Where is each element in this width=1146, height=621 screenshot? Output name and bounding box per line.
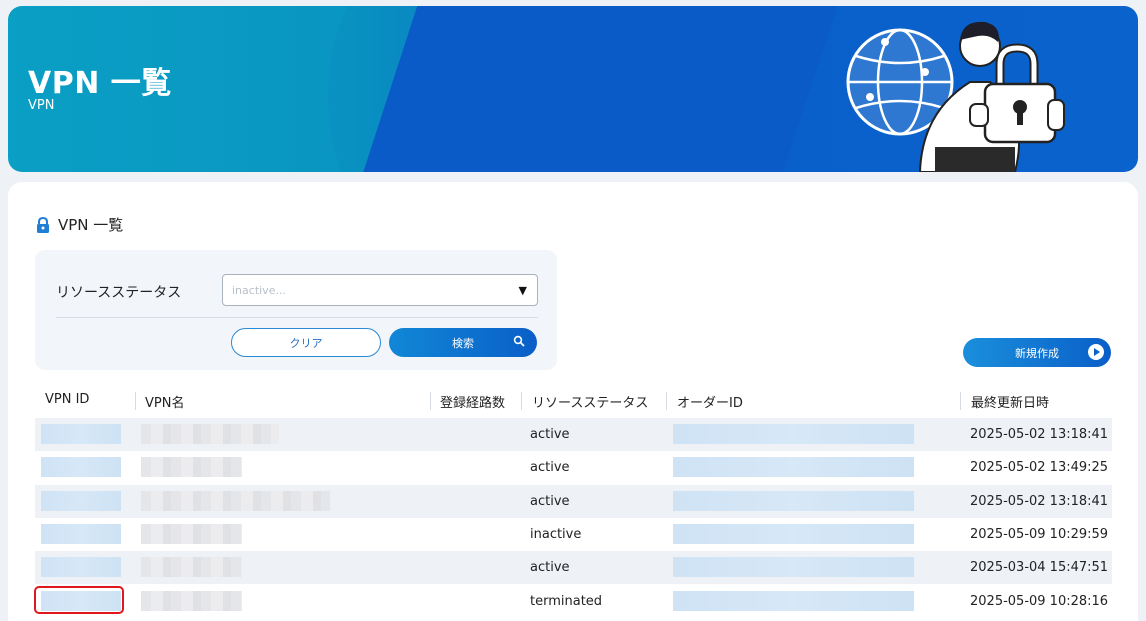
create-new-label: 新規作成 [1015,346,1059,360]
vpn-name-cell [141,491,330,511]
updated-cell: 2025-05-02 13:18:41 [970,494,1109,509]
column-divider [960,392,961,410]
status-cell: terminated [530,594,603,609]
search-button[interactable]: 検索 [389,328,537,357]
table-row[interactable]: active 2025-03-04 15:47:51 [35,551,1112,584]
order-id-cell [673,457,914,477]
status-cell: inactive [530,527,582,542]
vpn-name-cell [141,524,242,544]
vpn-illustration [846,21,1065,172]
vpn-name-cell [141,557,242,577]
column-divider [521,392,522,410]
status-cell: active [530,560,570,575]
page-title: VPN 一覧 [28,66,172,101]
column-divider [135,392,136,410]
lock-icon [37,216,49,233]
column-header-vpn-name[interactable]: VPN名 [145,392,184,411]
vpn-id-cell[interactable] [41,491,121,511]
table-row[interactable]: inactive 2025-05-09 10:29:59 [35,518,1112,551]
updated-cell: 2025-05-02 13:49:25 [970,460,1109,475]
play-icon [1088,344,1104,360]
column-header-last-updated[interactable]: 最終更新日時 [971,392,1049,411]
column-header-vpn-id[interactable]: VPN ID [45,392,89,407]
column-header-order-id[interactable]: オーダーID [677,392,743,411]
updated-cell: 2025-05-09 10:28:16 [970,594,1109,609]
search-button-label: 検索 [452,336,474,350]
order-id-cell [673,491,914,511]
order-id-cell [673,591,914,611]
section-header: VPN 一覧 [36,214,123,235]
table-header: VPN ID VPN名 登録経路数 リソースステータス オーダーID 最終更新日… [35,386,1112,416]
vpn-id-cell[interactable] [41,557,121,577]
order-id-cell [673,424,914,444]
status-cell: active [530,427,570,442]
vpn-id-cell[interactable] [41,524,121,544]
vpn-name-cell [141,424,279,444]
page-banner: VPN 一覧 VPN [8,6,1138,172]
clear-button[interactable]: クリア [231,328,381,357]
column-header-resource-status[interactable]: リソースステータス [532,392,648,411]
column-divider [666,392,667,410]
filter-divider [56,317,538,318]
banner-decoration [339,6,857,172]
order-id-cell [673,557,914,577]
section-title: VPN 一覧 [58,216,124,234]
table-row[interactable]: terminated 2025-05-09 10:28:16 [35,585,1112,618]
page-subtitle: VPN [28,98,55,113]
table-row[interactable]: active 2025-05-02 13:49:25 [35,451,1112,484]
highlight-box [34,586,124,614]
order-id-cell [673,524,914,544]
vpn-name-cell [141,591,242,611]
vpn-id-cell[interactable] [41,457,121,477]
updated-cell: 2025-05-02 13:18:41 [970,427,1109,442]
search-icon [513,335,525,347]
column-divider [430,392,431,410]
table-row[interactable]: active 2025-05-02 13:18:41 [35,485,1112,518]
column-header-route-count[interactable]: 登録経路数 [440,392,505,411]
status-cell: active [530,460,570,475]
status-select-placeholder: inactive... [232,284,286,297]
vpn-id-cell[interactable] [41,424,121,444]
status-cell: active [530,494,570,509]
chevron-down-icon: ▼ [518,284,527,297]
table-row[interactable]: active 2025-05-02 13:18:41 [35,418,1112,451]
updated-cell: 2025-03-04 15:47:51 [970,560,1109,575]
vpn-name-cell [141,457,242,477]
status-select[interactable]: inactive... ▼ [222,274,538,306]
updated-cell: 2025-05-09 10:29:59 [970,527,1109,542]
create-new-button[interactable]: 新規作成 [963,338,1111,367]
status-filter-label: リソースステータス [56,285,182,301]
